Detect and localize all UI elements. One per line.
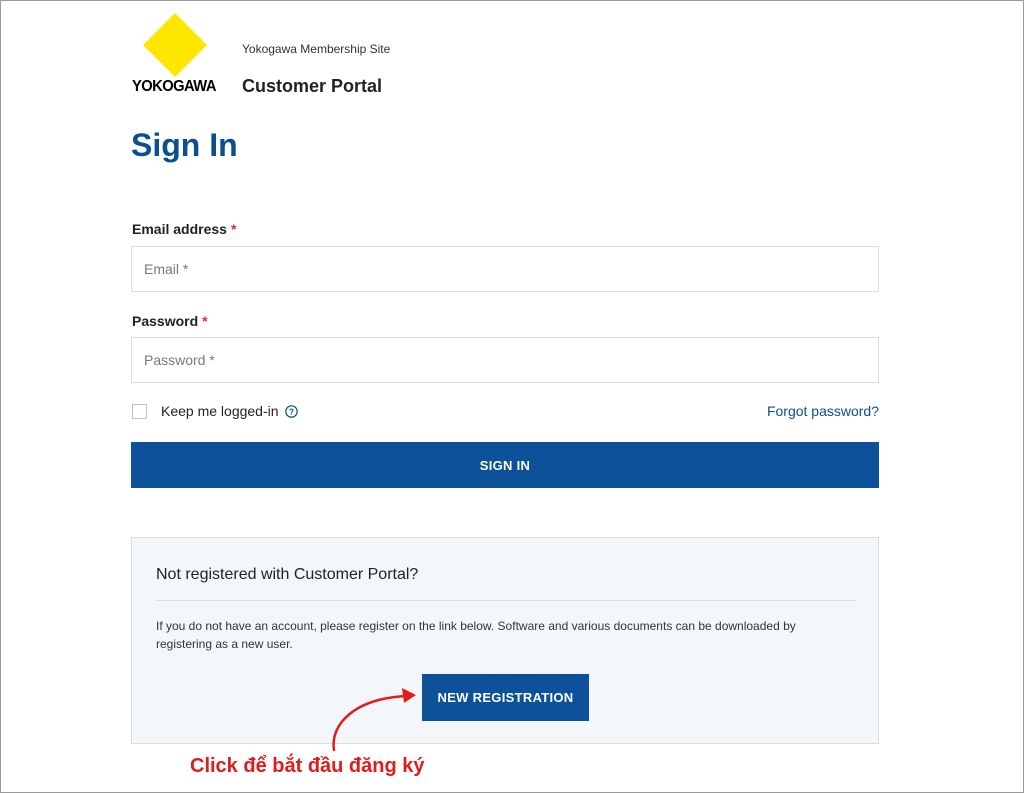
annotation-text: Click để bắt đầu đăng ký bbox=[190, 755, 425, 777]
password-required-mark: * bbox=[202, 313, 208, 329]
registration-panel: Not registered with Customer Portal? If … bbox=[131, 537, 879, 744]
sign-in-button[interactable]: SIGN IN bbox=[131, 442, 879, 488]
password-input[interactable] bbox=[131, 337, 879, 383]
logo-text: YOKOGAWA bbox=[132, 78, 216, 95]
info-circle-icon[interactable]: ? bbox=[285, 405, 298, 418]
page-title: Sign In bbox=[131, 127, 238, 163]
password-label: Password bbox=[132, 313, 199, 329]
keep-logged-in-checkbox[interactable] bbox=[132, 404, 147, 419]
email-input[interactable] bbox=[131, 246, 879, 292]
site-subtitle: Yokogawa Membership Site bbox=[242, 42, 391, 56]
yokogawa-logo[interactable]: YOKOGAWA bbox=[130, 13, 222, 97]
keep-logged-in-label[interactable]: Keep me logged-in bbox=[161, 403, 279, 419]
svg-text:?: ? bbox=[289, 407, 294, 417]
email-label: Email address bbox=[132, 221, 227, 237]
password-label-row: Password * bbox=[132, 313, 208, 329]
registration-description: If you do not have an account, please re… bbox=[156, 619, 796, 651]
registration-title: Not registered with Customer Portal? bbox=[156, 566, 419, 583]
site-title: Customer Portal bbox=[242, 76, 383, 96]
new-registration-button[interactable]: NEW REGISTRATION bbox=[422, 674, 589, 721]
forgot-password-link[interactable]: Forgot password? bbox=[767, 403, 879, 419]
yokogawa-diamond-icon bbox=[143, 13, 207, 77]
email-required-mark: * bbox=[230, 221, 237, 237]
registration-divider bbox=[156, 600, 856, 601]
email-label-row: Email address * bbox=[132, 221, 236, 237]
curved-arrow-icon bbox=[332, 688, 416, 752]
